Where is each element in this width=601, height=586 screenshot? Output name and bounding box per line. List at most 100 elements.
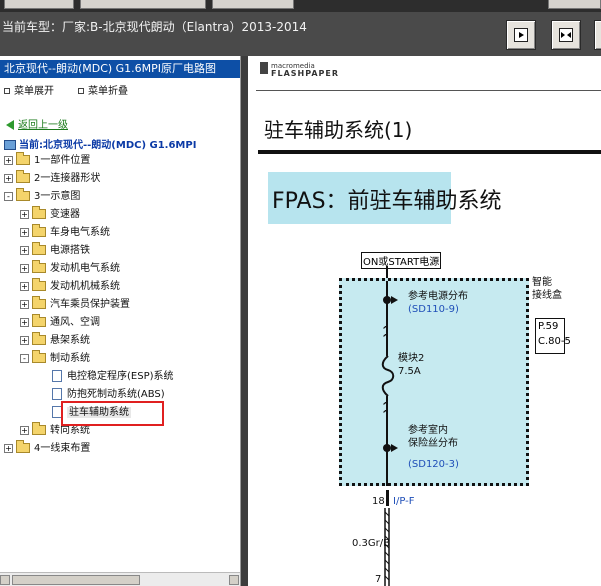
folder-icon [32, 260, 46, 273]
splitter-bar[interactable] [241, 56, 248, 586]
folder-icon [32, 296, 46, 309]
folder-icon [32, 278, 46, 291]
top-toolbar-strip [0, 0, 601, 12]
folder-icon [32, 242, 46, 255]
scroll-right-icon[interactable] [229, 575, 239, 585]
wire-segment [386, 266, 388, 278]
tree-item-hvac[interactable]: + 通风、空调 [20, 314, 100, 332]
tree-item-esp[interactable]: 电控稳定程序(ESP)系统 [52, 368, 174, 386]
tree-item-occupant-protection[interactable]: + 汽车乘员保护装置 [20, 296, 130, 314]
diagram-title-box: FPAS：前驻车辅助系统 [268, 172, 502, 224]
more-button[interactable] [594, 20, 601, 50]
expand-toggle-icon[interactable]: + [20, 209, 29, 219]
tree-item-engine-mechanical[interactable]: + 发动机机械系统 [20, 278, 120, 296]
current-vehicle-title: 当前车型：厂家:B-北京现代朗动（Elantra）2013-2014 [2, 20, 307, 34]
diagram-title: FPAS：前驻车辅助系统 [272, 189, 502, 214]
connector-chevron-icon: ⌃ [381, 332, 391, 345]
toolbar-tab[interactable] [4, 0, 74, 9]
splice-dot [383, 296, 391, 304]
folder-icon [32, 206, 46, 219]
expand-toggle-icon[interactable]: + [20, 281, 29, 291]
folder-icon [32, 314, 46, 327]
toolbar-tab[interactable] [80, 0, 206, 9]
reference-arrow-icon [391, 444, 398, 452]
page-title: 驻车辅助系统(1) [264, 118, 413, 142]
connector-id: I/P-F [393, 496, 415, 507]
current-location: 当前:北京现代--朗动(MDC) G1.6MPI [4, 136, 196, 151]
folder-icon [32, 422, 46, 435]
scroll-left-icon[interactable] [0, 575, 10, 585]
tree-item-brake-system[interactable]: - 制动系统 [20, 350, 90, 368]
page-ref-box: P.59 C.80-5 [535, 318, 571, 354]
collapse-menu-icon [78, 88, 84, 94]
folder-icon [16, 170, 30, 183]
expand-menu-icon [4, 88, 10, 94]
expand-toggle-icon[interactable]: + [20, 317, 29, 327]
vehicle-header: 当前车型：厂家:B-北京现代朗动（Elantra）2013-2014 [0, 12, 601, 56]
wire-segment [386, 448, 388, 486]
folder-icon [32, 224, 46, 237]
expand-menu-button[interactable]: 菜单展开 [4, 82, 54, 97]
expand-toggle-icon[interactable]: + [20, 425, 29, 435]
tree-item-suspension[interactable]: + 悬架系统 [20, 332, 90, 350]
back-arrow-icon [6, 120, 14, 130]
collapse-toggle-icon[interactable]: - [20, 353, 29, 363]
document-icon [52, 370, 62, 382]
navigation-panel: 北京现代--朗动(MDC) G1.6MPI原厂电路图 菜单展开 菜单折叠 返回上… [0, 56, 241, 586]
collapse-menu-button[interactable]: 菜单折叠 [78, 82, 128, 97]
expand-toggle-icon[interactable]: + [20, 299, 29, 309]
single-page-icon [514, 28, 528, 42]
flashpaper-icon [260, 62, 268, 74]
collapse-toggle-icon[interactable]: - [4, 191, 13, 201]
folder-open-icon [32, 350, 46, 363]
pin-number: 18 [372, 496, 385, 507]
single-page-button[interactable] [506, 20, 536, 50]
computer-icon [4, 140, 16, 150]
interior-fuse-ref-code: (SD120-3) [408, 459, 459, 470]
two-page-icon [559, 28, 573, 42]
highlight-box [61, 401, 164, 426]
tree-item-schematics[interactable]: -3一示意图 [4, 188, 80, 206]
expand-toggle-icon[interactable]: + [4, 173, 13, 183]
viewer-divider [256, 90, 601, 91]
folder-icon [16, 440, 30, 453]
interior-fuse-ref-text: 参考室内 保险丝分布 [408, 425, 458, 449]
expand-toggle-icon[interactable]: + [20, 263, 29, 273]
two-page-button[interactable] [551, 20, 581, 50]
toolbar-tab[interactable] [548, 0, 601, 9]
junction-box-label: 智能 接线盒 [532, 277, 562, 301]
tree-item-body-electrical[interactable]: + 车身电气系统 [20, 224, 110, 242]
tree-item-harness-layout[interactable]: +4一线束布置 [4, 440, 90, 458]
horizontal-scrollbar[interactable] [0, 572, 240, 586]
app-window: 当前车型：厂家:B-北京现代朗动（Elantra）2013-2014 北京现代-… [0, 0, 601, 586]
tree-item-power-ground[interactable]: + 电源搭铁 [20, 242, 90, 260]
back-link[interactable]: 返回上一级 [6, 116, 68, 131]
document-viewer: macromedia FLASHPAPER 驻车辅助系统(1) FPAS：前驻车辅… [248, 56, 601, 586]
power-source-label: ON或START电源 [361, 252, 442, 269]
tree-item-connector-shape[interactable]: +2一连接器形状 [4, 170, 100, 188]
folder-icon [16, 152, 30, 165]
model-heading: 北京现代--朗动(MDC) G1.6MPI原厂电路图 [0, 60, 240, 78]
expand-toggle-icon[interactable]: + [20, 245, 29, 255]
folder-icon [32, 332, 46, 345]
power-dist-ref-code: (SD110-9) [408, 304, 459, 315]
fuse-label: 模块2 7.5A [398, 353, 425, 377]
connector-pin [386, 490, 389, 506]
fuse-symbol-icon [381, 356, 395, 396]
reference-arrow-icon [391, 296, 398, 304]
tree-item-transmission[interactable]: + 变速器 [20, 206, 80, 224]
expand-toggle-icon[interactable]: + [20, 335, 29, 345]
scrollbar-thumb[interactable] [12, 575, 140, 585]
folder-open-icon [16, 188, 30, 201]
document-icon [52, 388, 62, 400]
expand-toggle-icon[interactable]: + [4, 443, 13, 453]
flashpaper-logo: macromedia FLASHPAPER [260, 62, 339, 78]
tree-item-engine-electrical[interactable]: + 发动机电气系统 [20, 260, 120, 278]
wire-spec: 0.3Gr/B [352, 538, 390, 549]
toolbar-tab[interactable] [212, 0, 294, 9]
expand-toggle-icon[interactable]: + [4, 155, 13, 165]
title-rule [258, 150, 601, 154]
connector-chevron-icon: ⌃ [381, 408, 391, 421]
tree-item-parts-location[interactable]: +1一部件位置 [4, 152, 90, 170]
expand-toggle-icon[interactable]: + [20, 227, 29, 237]
